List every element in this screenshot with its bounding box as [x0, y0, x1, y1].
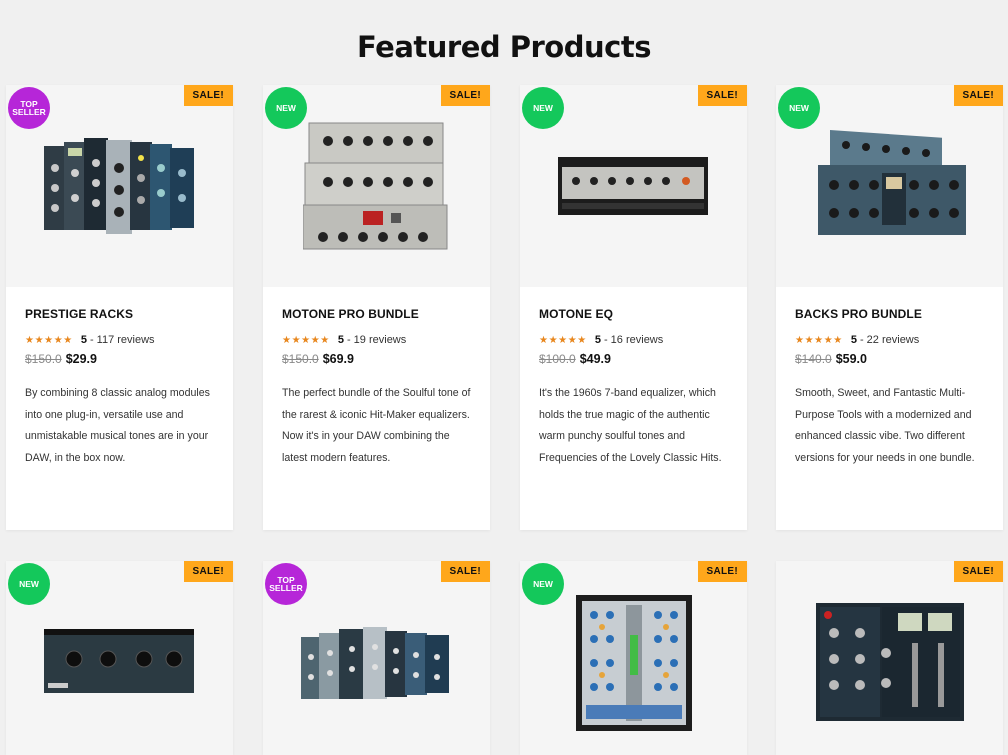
sale-price: $59.0: [835, 352, 867, 366]
product-card[interactable]: SALE! NEW: [520, 561, 747, 755]
product-title[interactable]: MOTONE EQ: [539, 307, 728, 321]
product-title[interactable]: MOTONE PRO BUNDLE: [282, 307, 471, 321]
product-image[interactable]: [816, 125, 972, 241]
new-badge: NEW: [522, 87, 564, 129]
product-image[interactable]: [558, 157, 708, 215]
original-price: $150.0: [282, 352, 319, 366]
product-price: $100.0 $49.9: [539, 352, 728, 366]
original-price: $100.0: [539, 352, 576, 366]
product-price: $150.0 $29.9: [25, 352, 214, 366]
product-card[interactable]: SALE! NEW: [6, 561, 233, 755]
top-seller-badge: TOP SELLER: [8, 87, 50, 129]
rating-value: 5: [80, 334, 87, 346]
product-price: $150.0 $69.9: [282, 352, 471, 366]
top-seller-badge: TOP SELLER: [265, 563, 307, 605]
star-rating-icon: ★★★★★: [282, 334, 330, 346]
rating-value: 5: [850, 334, 857, 346]
rating-value: 5: [337, 334, 344, 346]
sale-badge: SALE!: [953, 85, 1003, 106]
product-card[interactable]: SALE! TOP SELLER PRESTIGE RACKS ★★★★★ 5 …: [6, 85, 233, 530]
product-description: The perfect bundle of the Soulful tone o…: [282, 387, 471, 464]
product-description: By combining 8 classic analog modules in…: [25, 387, 210, 464]
product-title[interactable]: PRESTIGE RACKS: [25, 307, 214, 321]
product-image[interactable]: [301, 627, 451, 703]
section-title: Featured Products: [357, 30, 651, 64]
product-rating: ★★★★★ 5 - 22 reviews: [795, 334, 984, 346]
product-image-area[interactable]: SALE! NEW: [776, 85, 1003, 287]
product-card[interactable]: SALE! TOP SELLER: [263, 561, 490, 755]
product-image[interactable]: [44, 138, 196, 234]
sale-price: $49.9: [579, 352, 611, 366]
product-rating: ★★★★★ 5 - 117 reviews: [25, 334, 214, 346]
new-badge: NEW: [778, 87, 820, 129]
sale-price: $69.9: [322, 352, 354, 366]
product-rating: ★★★★★ 5 - 19 reviews: [282, 334, 471, 346]
original-price: $140.0: [795, 352, 832, 366]
original-price: $150.0: [25, 352, 62, 366]
product-card[interactable]: SALE! NEW MOTONE PRO BUNDLE ★★★★★ 5 - 19…: [263, 85, 490, 530]
product-image-area[interactable]: SALE! TOP SELLER: [263, 561, 490, 755]
sale-badge: SALE!: [183, 561, 233, 582]
product-price: $140.0 $59.0: [795, 352, 984, 366]
star-rating-icon: ★★★★★: [539, 334, 587, 346]
sale-badge: SALE!: [697, 85, 747, 106]
review-count[interactable]: - 16 reviews: [604, 334, 663, 346]
product-title[interactable]: BACKS PRO BUNDLE: [795, 307, 984, 321]
new-badge: NEW: [522, 563, 564, 605]
product-image[interactable]: [816, 603, 964, 721]
product-card[interactable]: SALE! NEW BACKS PRO BUNDLE ★★★★★ 5 - 22 …: [776, 85, 1003, 530]
product-card[interactable]: SALE!: [776, 561, 1003, 755]
product-image[interactable]: [303, 119, 449, 253]
sale-badge: SALE!: [440, 85, 490, 106]
product-image[interactable]: [44, 629, 194, 693]
new-badge: NEW: [265, 87, 307, 129]
star-rating-icon: ★★★★★: [25, 334, 73, 346]
product-image-area[interactable]: SALE! TOP SELLER: [6, 85, 233, 287]
review-count[interactable]: - 22 reviews: [860, 334, 919, 346]
sale-badge: SALE!: [183, 85, 233, 106]
product-description: Smooth, Sweet, and Fantastic Multi-Purpo…: [795, 387, 975, 464]
rating-value: 5: [594, 334, 601, 346]
sale-badge: SALE!: [440, 561, 490, 582]
product-image-area[interactable]: SALE! NEW: [6, 561, 233, 755]
product-card[interactable]: SALE! NEW MOTONE EQ ★★★★★ 5 - 16 reviews…: [520, 85, 747, 530]
product-image[interactable]: [576, 595, 692, 731]
product-image-area[interactable]: SALE!: [776, 561, 1003, 755]
sale-badge: SALE!: [953, 561, 1003, 582]
review-count[interactable]: - 19 reviews: [347, 334, 406, 346]
sale-badge: SALE!: [697, 561, 747, 582]
new-badge: NEW: [8, 563, 50, 605]
product-description: It's the 1960s 7-band equalizer, which h…: [539, 387, 722, 464]
product-image-area[interactable]: SALE! NEW: [520, 561, 747, 755]
star-rating-icon: ★★★★★: [795, 334, 843, 346]
review-count[interactable]: - 117 reviews: [90, 334, 155, 346]
product-image-area[interactable]: SALE! NEW: [520, 85, 747, 287]
sale-price: $29.9: [65, 352, 97, 366]
product-rating: ★★★★★ 5 - 16 reviews: [539, 334, 728, 346]
product-image-area[interactable]: SALE! NEW: [263, 85, 490, 287]
